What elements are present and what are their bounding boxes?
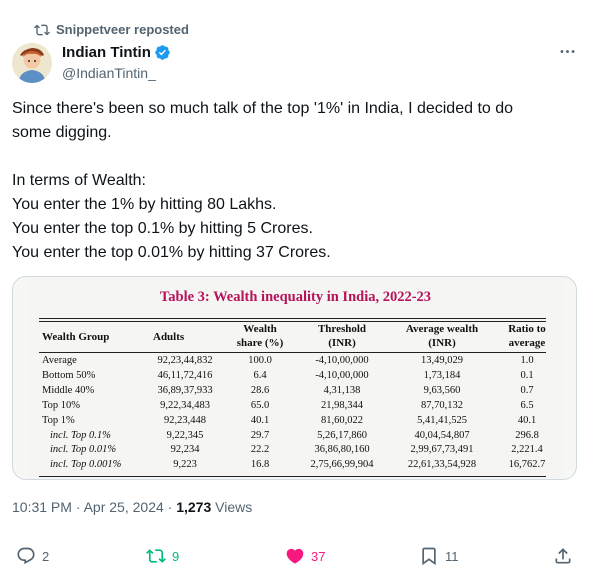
tweet-line: In terms of Wealth: bbox=[12, 172, 146, 189]
table-cell-adults: 36,89,37,933 bbox=[157, 384, 213, 396]
more-dots-icon bbox=[560, 49, 574, 53]
table-cell-threshold: 21,98,344 bbox=[321, 399, 363, 411]
table-cell-adults: 46,11,72,416 bbox=[157, 369, 213, 381]
table-cell-ratio: 0.7 bbox=[520, 384, 534, 396]
reply-button[interactable]: 2 bbox=[16, 546, 49, 566]
table-cell-group: Top 1% bbox=[42, 414, 75, 426]
repost-action-icon bbox=[146, 549, 166, 563]
table-cell-group: Middle 40% bbox=[42, 384, 95, 396]
table-cell-adults: 92,23,448 bbox=[164, 414, 206, 426]
table-cell-share: 16.8 bbox=[250, 459, 270, 471]
more-options-button[interactable] bbox=[556, 40, 578, 62]
table-cell-threshold: 5,26,17,860 bbox=[317, 429, 367, 441]
table-cell-adults: 9,223 bbox=[173, 459, 197, 471]
table-cell-ratio: 6.5 bbox=[520, 399, 534, 411]
repost-header[interactable]: Snippetveer reposted bbox=[34, 22, 189, 37]
table-cell-group: incl. Top 0.1% bbox=[50, 429, 111, 441]
table-cell-share: 22.2 bbox=[250, 444, 270, 456]
bookmark-count: 11 bbox=[445, 548, 459, 564]
table-cell-share: 100.0 bbox=[248, 355, 272, 366]
header-adults: Adults bbox=[153, 331, 185, 343]
views-label: Views bbox=[211, 499, 253, 515]
table-cell-avg: 1,73,184 bbox=[423, 369, 461, 381]
reply-count: 2 bbox=[42, 548, 50, 564]
header-wealth-share-2: share (%) bbox=[236, 337, 284, 349]
table-cell-avg: 9,63,560 bbox=[423, 384, 461, 396]
table-cell-group: incl. Top 0.01% bbox=[50, 444, 117, 456]
table-cell-group: Average bbox=[42, 355, 77, 366]
like-count: 37 bbox=[311, 548, 326, 564]
tweet-line: You enter the top 0.1% by hitting 5 Cror… bbox=[12, 220, 313, 237]
table-cell-avg: 22,61,33,54,928 bbox=[407, 459, 477, 471]
table-cell-threshold: 36,86,80,160 bbox=[314, 444, 370, 456]
table-cell-avg: 40,04,54,807 bbox=[414, 429, 470, 441]
header-ratio-2: average bbox=[508, 337, 546, 349]
table-cell-threshold: -4,10,00,000 bbox=[315, 355, 369, 366]
tweet-line: some digging. bbox=[12, 124, 112, 141]
table-cell-ratio: 16,762.7 bbox=[508, 459, 546, 471]
tweet-line: You enter the top 0.01% by hitting 37 Cr… bbox=[12, 244, 331, 261]
author-block: Indian Tintin @IndianTintin_ bbox=[62, 44, 171, 81]
tweet-meta: 10:31 PM · Apr 25, 2024 · 1,273 Views bbox=[12, 499, 252, 515]
table-cell-share: 65.0 bbox=[250, 399, 270, 411]
table-cell-ratio: 40.1 bbox=[517, 414, 537, 426]
header-threshold-1: Threshold bbox=[317, 323, 367, 335]
table-cell-group: Bottom 50% bbox=[42, 369, 96, 381]
avatar[interactable] bbox=[12, 43, 52, 83]
tweet-text: Since there's been so much talk of the t… bbox=[12, 97, 572, 265]
author-handle[interactable]: @IndianTintin_ bbox=[62, 65, 171, 81]
verified-badge-icon bbox=[155, 45, 170, 60]
table-cell-group: Top 10% bbox=[42, 399, 81, 411]
table-cell-adults: 9,22,34,483 bbox=[160, 399, 210, 411]
table-cell-share: 28.6 bbox=[250, 384, 270, 396]
header-wealth-share-1: Wealth bbox=[243, 323, 277, 335]
reply-icon bbox=[17, 547, 35, 565]
author-name: Indian Tintin bbox=[62, 44, 151, 61]
bookmark-button[interactable]: 11 bbox=[419, 546, 459, 566]
table-cell-adults: 9,22,345 bbox=[166, 429, 204, 441]
share-icon bbox=[555, 548, 571, 564]
share-button[interactable] bbox=[553, 546, 573, 566]
table-cell-ratio: 0.1 bbox=[520, 369, 534, 381]
repost-icon bbox=[34, 24, 50, 36]
header-average-wealth-1: Average wealth bbox=[405, 323, 479, 335]
table-cell-share: 40.1 bbox=[250, 414, 270, 426]
wealth-table: Table 3: Wealth inequality in India, 202… bbox=[27, 277, 564, 479]
table-cell-threshold: 81,60,022 bbox=[321, 414, 363, 426]
table-cell-threshold: 4,31,138 bbox=[323, 384, 361, 396]
table-cell-threshold: -4,10,00,000 bbox=[315, 369, 369, 381]
avatar-image bbox=[12, 43, 52, 83]
header-threshold-2: (INR) bbox=[328, 337, 356, 349]
header-wealth-group: Wealth Group bbox=[42, 331, 110, 343]
tweet-line: You enter the 1% by hitting 80 Lakhs. bbox=[12, 196, 277, 213]
table-cell-ratio: 296.8 bbox=[515, 429, 539, 441]
repost-label: Snippetveer reposted bbox=[56, 22, 189, 37]
timestamp[interactable]: 10:31 PM · Apr 25, 2024 · bbox=[12, 499, 176, 515]
table-cell-avg: 5,41,41,525 bbox=[417, 414, 467, 426]
table-cell-avg: 13,49,029 bbox=[421, 355, 463, 366]
author-name-row[interactable]: Indian Tintin bbox=[62, 44, 171, 61]
table-cell-share: 29.7 bbox=[250, 429, 270, 441]
views-count: 1,273 bbox=[176, 499, 212, 515]
like-button[interactable]: 37 bbox=[285, 546, 325, 566]
table-cell-avg: 2,99,67,73,491 bbox=[410, 444, 474, 456]
table-title: Table 3: Wealth inequality in India, 202… bbox=[159, 289, 432, 305]
table-cell-avg: 87,70,132 bbox=[421, 399, 463, 411]
table-cell-ratio: 1.0 bbox=[520, 355, 534, 366]
table-cell-adults: 92,234 bbox=[170, 444, 200, 456]
table-cell-ratio: 2,221.4 bbox=[511, 444, 543, 456]
table-cell-share: 6.4 bbox=[253, 369, 267, 381]
table-cell-threshold: 2,75,66,99,904 bbox=[310, 459, 374, 471]
repost-button[interactable]: 9 bbox=[146, 546, 179, 566]
action-bar: 2 9 37 11 bbox=[0, 538, 589, 572]
header-ratio-1: Ratio to bbox=[508, 323, 546, 335]
table-cell-group: incl. Top 0.001% bbox=[50, 459, 122, 471]
bookmark-icon bbox=[422, 547, 436, 566]
tweet-media-image[interactable]: Table 3: Wealth inequality in India, 202… bbox=[12, 276, 577, 480]
table-cell-adults: 92,23,44,832 bbox=[157, 355, 213, 366]
header-average-wealth-2: (INR) bbox=[428, 337, 456, 349]
tweet-line: Since there's been so much talk of the t… bbox=[12, 100, 514, 117]
repost-count: 9 bbox=[172, 548, 180, 564]
heart-icon bbox=[286, 548, 304, 564]
